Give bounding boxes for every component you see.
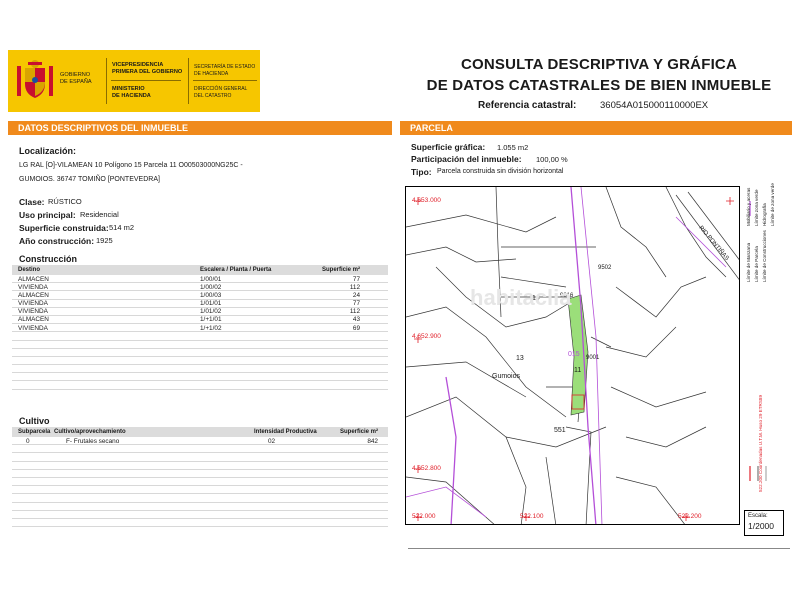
anio-value: 1925	[96, 236, 113, 245]
coord-x-1: 522.000	[412, 513, 436, 520]
coord-y-1: 4.653.000	[412, 197, 441, 204]
parcela-bar: PARCELA	[400, 121, 792, 135]
table-row: VIVIENDA 1/01/02 112	[12, 308, 388, 316]
map-label-gumoios: Gumoios	[492, 373, 521, 380]
table-row: VIVIENDA 1/00/02 112	[12, 283, 388, 292]
government-header: GOBIERNO DE ESPAÑA VICEPRESIDENCIA PRIME…	[8, 50, 260, 112]
legend-item-6: Hidrografía	[762, 203, 767, 226]
bottom-divider	[408, 548, 790, 549]
legend-item-5: Límite zona verde	[754, 189, 759, 226]
gov-line-1: GOBIERNO	[60, 72, 91, 78]
table-row: ALMACEN 1/00/01 77	[12, 275, 388, 284]
map-label-11: 11	[574, 367, 582, 374]
participacion-value: 100,00 %	[536, 155, 568, 164]
uso-label: Uso principal:	[19, 210, 76, 220]
coord-x-3: 522.200	[678, 513, 702, 520]
tipo-label: Tipo:	[411, 167, 432, 177]
coord-y-2: 4.652.900	[412, 333, 441, 340]
superficie-label: Superficie construida:	[19, 223, 109, 233]
watermark: habitaclia	[470, 285, 572, 310]
descriptive-data-bar: DATOS DESCRIPTIVOS DEL INMUEBLE	[8, 121, 392, 135]
legend-item-7: Límite de zona verde	[770, 183, 775, 226]
clase-label: Clase:	[19, 197, 45, 207]
coord-y-3: 4.652.800	[412, 465, 441, 472]
construccion-title: Construcción	[19, 254, 78, 264]
legend-item-4: Mobiliario y aceras	[746, 187, 751, 226]
coat-of-arms-icon	[17, 60, 53, 98]
dir-line-1: DIRECCIÓN GENERAL	[194, 86, 248, 92]
cadastral-map[interactable]: 4.653.000 4.652.900 4.652.800 522.000 52…	[405, 186, 740, 525]
localizacion-line-1: LG RAL [O]-VILAMEAN 10 Polígono 15 Parce…	[19, 162, 243, 169]
uso-value: Residencial	[80, 210, 119, 219]
map-label-551: 551	[554, 427, 566, 434]
cultivo-header-row: Subparcela Cultivo/aprovechamiento Inten…	[12, 427, 388, 437]
min-line-1: MINISTERIO	[112, 86, 145, 92]
superficie-grafica-value: 1.055 m2	[497, 143, 529, 152]
map-label-9502: 9502	[598, 265, 612, 271]
vice-line-2: PRIMERA DEL GOBIERNO	[112, 69, 183, 75]
localizacion-line-2: GUMOIOS. 36747 TOMIÑO [PONTEVEDRA]	[19, 176, 160, 183]
construccion-table: Destino Escalera / Planta / Puerta Super…	[12, 265, 388, 390]
document-title: CONSULTA DESCRIPTIVA Y GRÁFICA DE DATOS …	[426, 56, 772, 94]
min-line-2: DE HACIENDA	[112, 93, 151, 99]
cultivo-title: Cultivo	[19, 416, 50, 426]
col-destino: Destino	[18, 267, 41, 273]
scale-label: Escala:	[748, 513, 768, 519]
reference-value: 36054A015000110000EX	[600, 100, 709, 111]
scale-box: Escala: 1/2000	[744, 510, 784, 536]
legend-item-3: Límite de Construcciones	[762, 230, 767, 282]
col-superficie: Superficie m²	[321, 267, 360, 273]
superficie-grafica-label: Superficie gráfica:	[411, 142, 486, 152]
table-row: VIVIENDA 1/+1/02 69	[12, 324, 388, 333]
coord-x-2: 522.100	[520, 513, 544, 520]
construccion-header-row: Destino Escalera / Planta / Puerta Super…	[12, 265, 388, 275]
tipo-value: Parcela construida sin división horizont…	[437, 168, 564, 175]
dir-line-2: DEL CATASTRO	[194, 92, 232, 99]
table-row: VIVIENDA 1/01/01 77	[12, 300, 388, 308]
cultivo-table: Subparcela Cultivo/aprovechamiento Inten…	[12, 427, 388, 528]
col-subparcela: Subparcela	[18, 429, 51, 435]
sec-line-1: SECRETARÍA DE ESTADO	[194, 64, 256, 70]
legend-item-2: Límite de Parcela	[754, 246, 759, 282]
legend-item-1: Límite de Manzana	[746, 242, 751, 282]
gov-line-2: DE ESPAÑA	[60, 79, 92, 85]
sec-line-2: DE HACIENDA	[194, 70, 229, 77]
clase-value: RÚSTICO	[48, 197, 82, 206]
participacion-label: Participación del inmueble:	[411, 154, 522, 164]
anio-label: Año construcción:	[19, 236, 95, 246]
superficie-value: 514 m2	[109, 223, 135, 232]
vice-line-1: VICEPRESIDENCIA	[112, 62, 164, 68]
table-row: ALMACEN 1/+1/01 43	[12, 316, 388, 325]
col-cultivo: Cultivo/aprovechamiento	[54, 429, 126, 435]
scale-value: 1/2000	[748, 521, 774, 531]
map-label-13: 13	[516, 355, 524, 362]
map-label-9001: 9001	[586, 355, 600, 361]
legend-coords: 522.200 Coordenadas U.T.M. Huso 29 ETRS8…	[758, 394, 763, 492]
map-label-015: 015	[568, 351, 580, 358]
reference-label: Referencia catastral:	[478, 100, 577, 111]
col-intensidad: Intensidad Productiva	[254, 429, 317, 435]
col-superficie: Superficie m²	[339, 429, 378, 435]
map-legend: Límite de Manzana Límite de Parcela Lími…	[744, 183, 784, 496]
col-escalera: Escalera / Planta / Puerta	[200, 267, 272, 273]
table-row: ALMACEN 1/00/03 24	[12, 291, 388, 300]
localizacion-label: Localización:	[19, 146, 77, 156]
table-row: 0 F- Frutales secano 02 842	[12, 437, 388, 446]
